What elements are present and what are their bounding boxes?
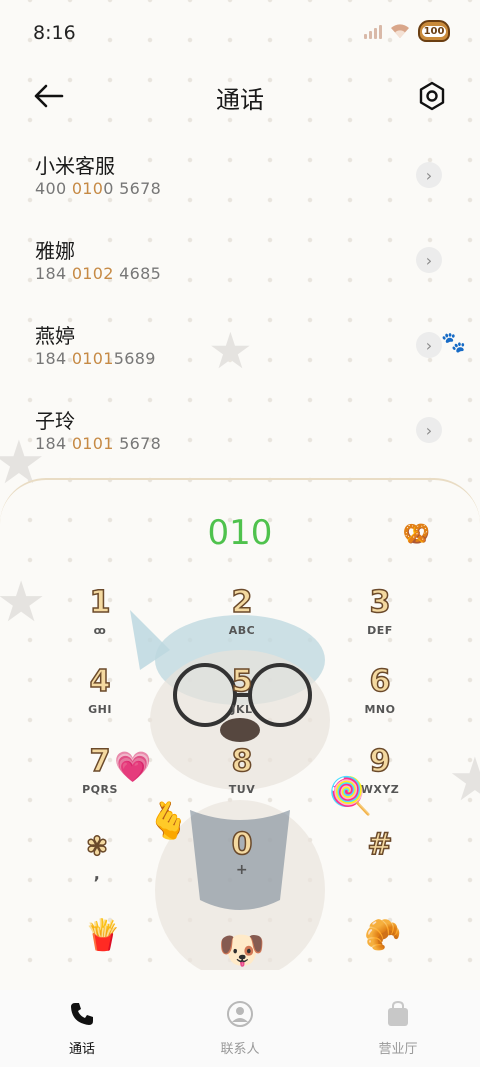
tab-contacts[interactable]: 联系人 — [190, 1000, 290, 1057]
battery-icon: 100 — [418, 20, 450, 42]
dial-key-1[interactable]: 1ꝏ — [55, 585, 145, 637]
contact-number: 400 0100 5678 — [35, 179, 162, 198]
heart-icon: 💗 — [114, 750, 152, 785]
contact-name: 雅娜 — [35, 239, 75, 263]
tab-label: 通话 — [68, 1042, 95, 1057]
status-bar: 8:16 100 — [0, 0, 480, 66]
dial-key-5[interactable]: 5 JKL — [197, 664, 287, 716]
settings-icon[interactable] — [412, 76, 452, 116]
tab-service-hall[interactable]: 营业厅 — [348, 1000, 448, 1057]
dial-key-hash[interactable]: # — [335, 827, 425, 866]
contact-number: 184 01015689 — [35, 349, 156, 368]
wifi-icon — [391, 24, 409, 38]
chevron-right-icon[interactable]: › — [416, 162, 442, 188]
tab-label: 营业厅 — [378, 1042, 418, 1057]
dial-key-3[interactable]: 3 DEF — [335, 585, 425, 637]
contact-row[interactable]: 子玲 184 0101 5678 › — [0, 395, 480, 480]
pretzel-icon[interactable]: 🥨 — [403, 522, 430, 547]
contact-number: 184 0101 5678 — [35, 434, 162, 453]
contact-row[interactable]: 雅娜 184 0102 4685 › — [0, 225, 480, 310]
contact-row[interactable]: 燕婷 184 01015689 › — [0, 310, 480, 395]
status-time: 8:16 — [33, 22, 76, 44]
phone-icon — [71, 1003, 93, 1025]
chevron-right-icon[interactable]: › — [416, 417, 442, 443]
tab-label: 联系人 — [220, 1042, 260, 1057]
contact-number: 184 0102 4685 — [35, 264, 162, 283]
dial-key-star[interactable]: ✽, — [52, 830, 142, 883]
contact-row[interactable]: 小米客服 400 0100 5678 › — [0, 140, 480, 225]
chevron-right-icon[interactable]: › — [416, 332, 442, 358]
dial-key-0[interactable]: 0 + — [197, 827, 287, 878]
dial-key-6[interactable]: 6 MNO — [335, 664, 425, 716]
page-title: 通话 — [216, 86, 264, 114]
chevron-right-icon[interactable]: › — [416, 247, 442, 273]
croissant-icon[interactable]: 🥐 — [364, 918, 401, 953]
dog-call-button[interactable]: 🐶 — [218, 928, 265, 973]
contact-list: 小米客服 400 0100 5678 › 雅娜 184 0102 4685 › … — [0, 140, 480, 480]
battery-level: 100 — [421, 25, 447, 37]
contact-name: 小米客服 — [35, 154, 115, 178]
contact-name: 子玲 — [35, 409, 75, 433]
tab-calls[interactable]: 通话 — [32, 1000, 132, 1057]
tab-bar: 通话 联系人 营业厅 — [0, 990, 480, 1067]
signal-icon — [364, 23, 382, 39]
contact-name: 燕婷 — [35, 324, 75, 348]
fries-icon[interactable]: 🍟 — [84, 918, 121, 953]
dial-key-8[interactable]: 8 TUV — [197, 744, 287, 796]
dial-key-2[interactable]: 2 ABC — [197, 585, 287, 637]
hand-heart-icon: 🫰 — [146, 801, 191, 842]
contact-icon — [227, 1001, 253, 1027]
status-icons: 100 — [364, 20, 450, 42]
header: 通话 — [0, 66, 480, 126]
lollipop-icon: 🍭 — [328, 776, 373, 817]
shopping-bag-icon — [388, 1000, 408, 1026]
dial-key-4[interactable]: 4 GHI — [55, 664, 145, 716]
